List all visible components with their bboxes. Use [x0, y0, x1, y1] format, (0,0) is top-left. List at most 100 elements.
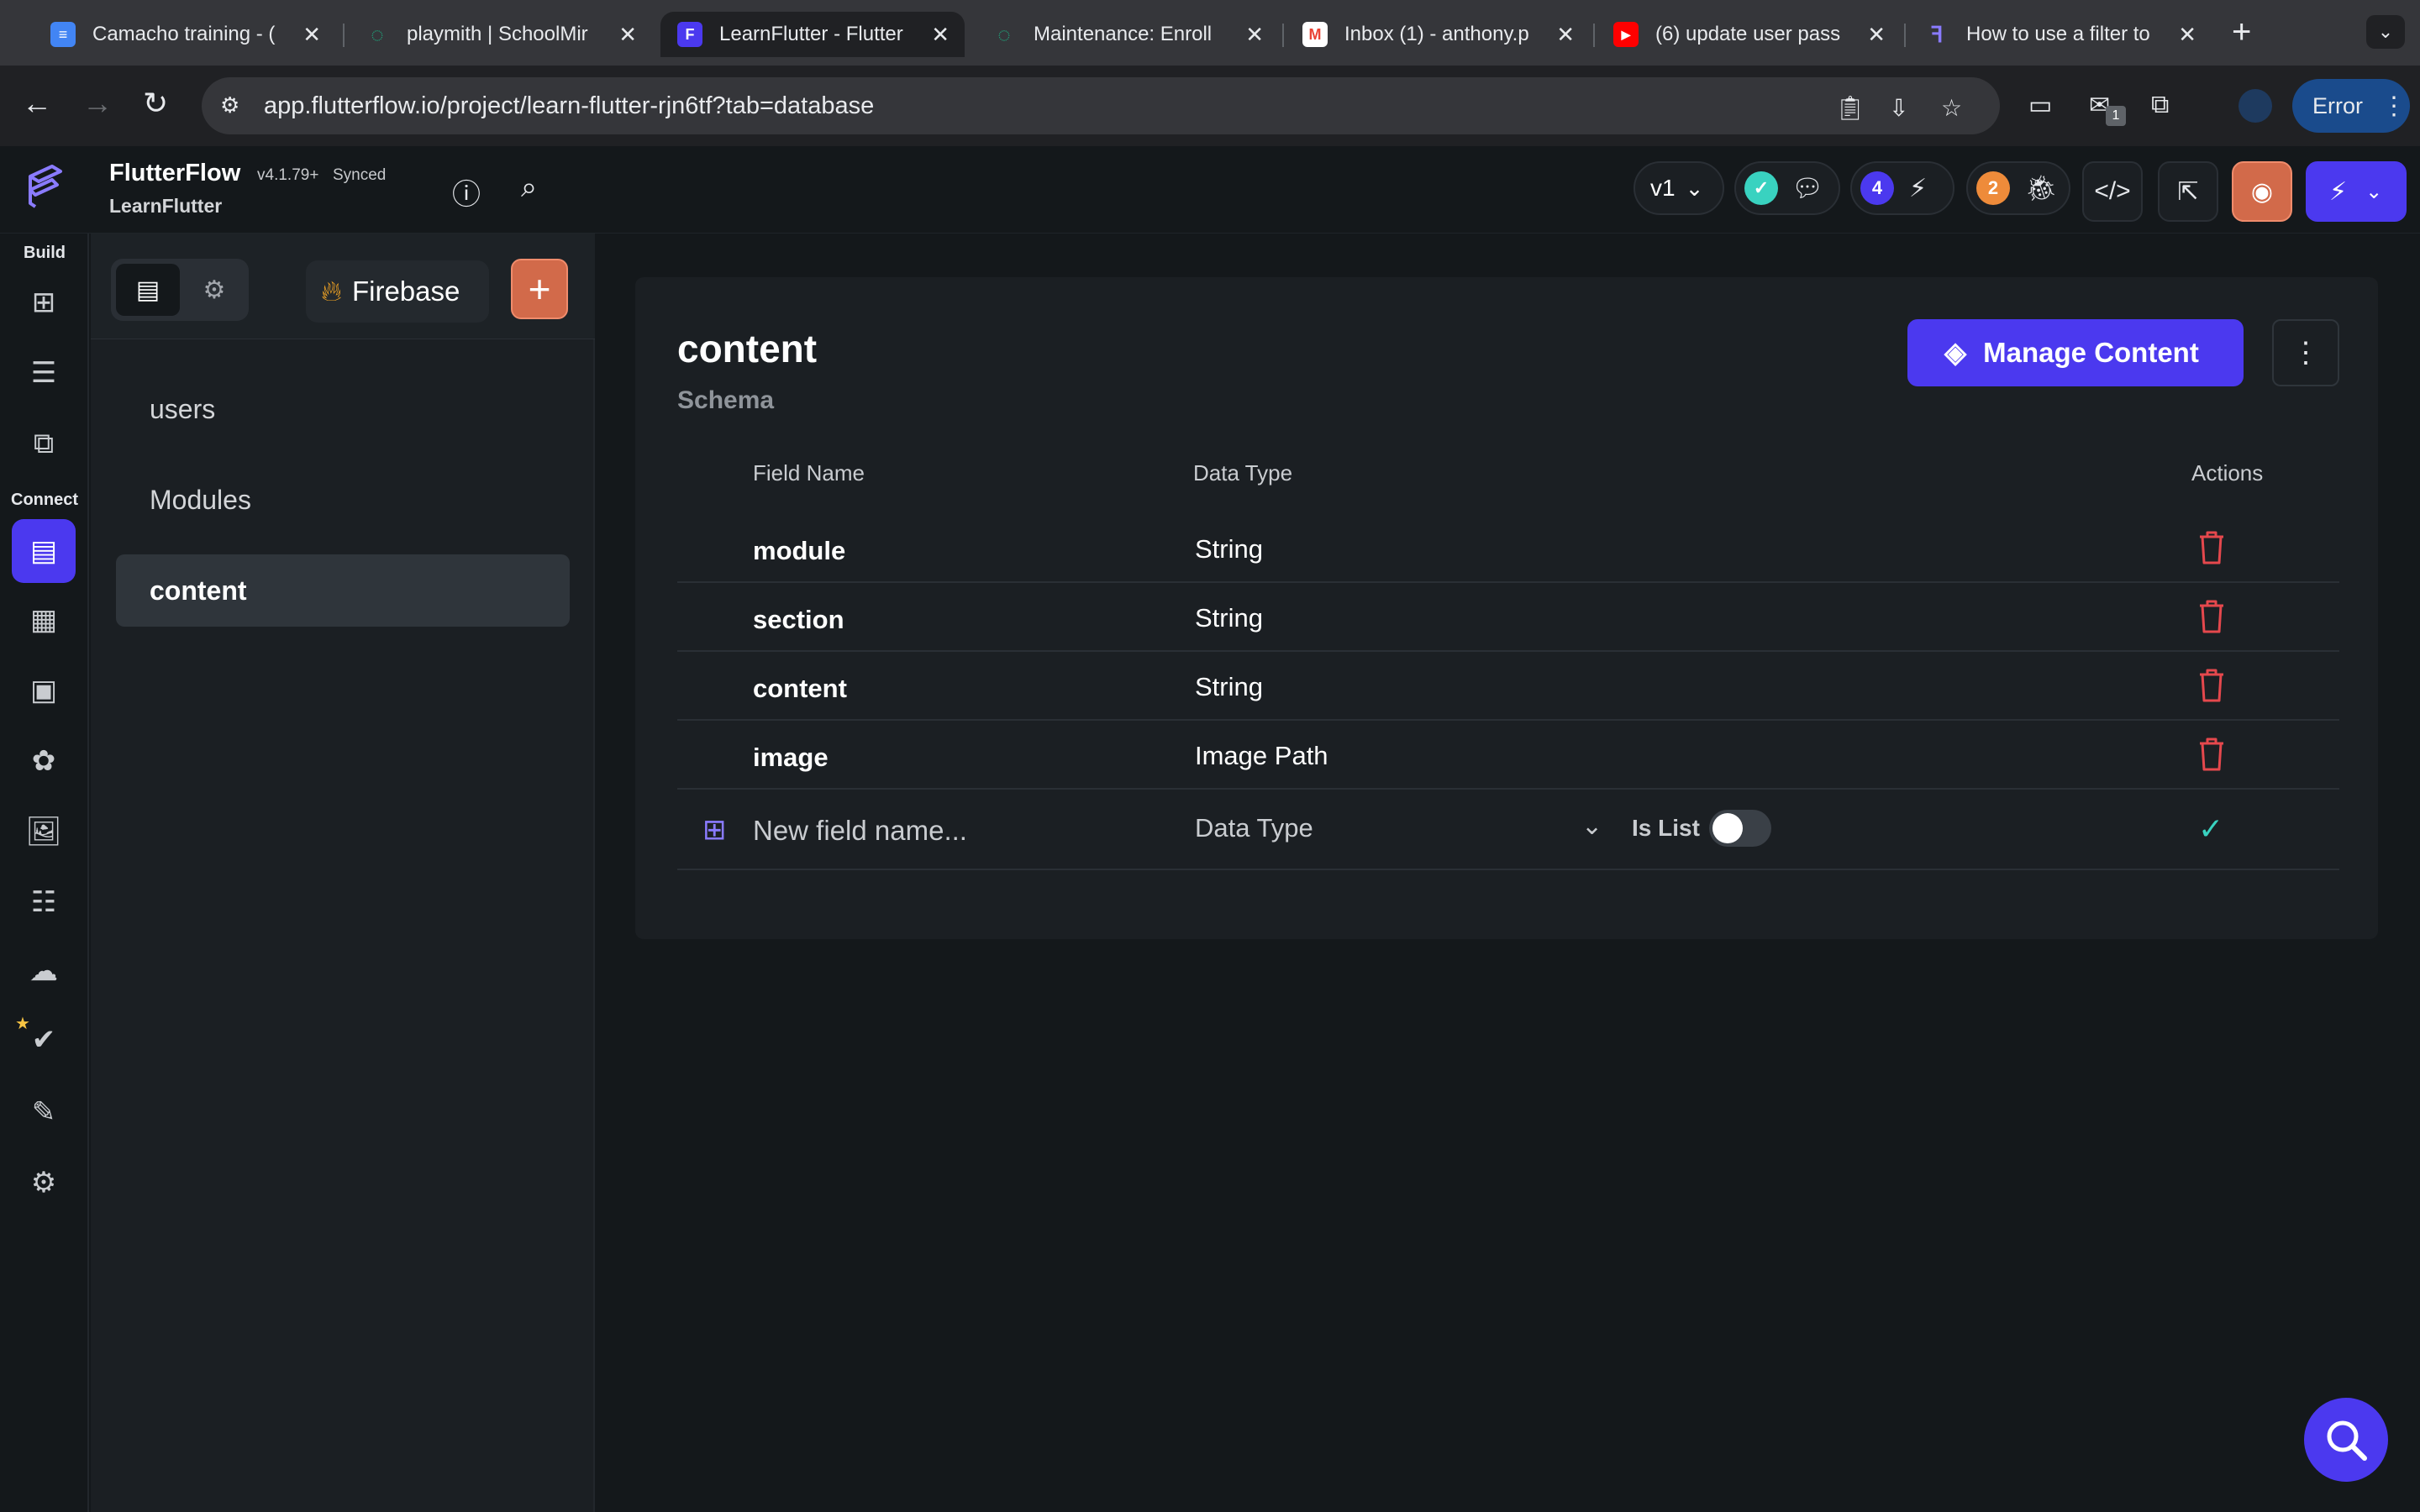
browser-tab[interactable]: ▶ (6) update user pass ✕: [1597, 12, 1901, 57]
sync-status: Synced: [333, 166, 387, 184]
new-field-name-input[interactable]: New field name...: [753, 815, 967, 847]
reload-icon[interactable]: ↻: [143, 86, 168, 121]
media-assets-icon[interactable]: 🖼︎: [24, 811, 64, 852]
add-field-icon: ⊞: [702, 814, 727, 846]
address-bar[interactable]: ⚙ app.flutterflow.io/project/learn-flutt…: [202, 77, 2000, 134]
theme-settings-icon[interactable]: ✎: [24, 1092, 64, 1132]
api-calls-icon[interactable]: ☷: [24, 882, 64, 922]
code-icon: </>: [2094, 177, 2131, 205]
back-icon[interactable]: ←: [22, 86, 52, 121]
lightning-icon: ⚡︎: [1909, 174, 1928, 202]
collection-item-users[interactable]: users: [116, 373, 570, 445]
manage-content-button[interactable]: ◈ Manage Content: [1907, 319, 2244, 386]
storyboard-icon[interactable]: ⧉: [24, 423, 64, 464]
field-type[interactable]: String: [1195, 672, 1263, 702]
trash-icon[interactable]: [2195, 667, 2228, 704]
close-icon[interactable]: ✕: [1556, 22, 1575, 48]
profile-error-button[interactable]: Error ⋮: [2292, 79, 2410, 133]
field-name[interactable]: section: [753, 605, 844, 635]
firebase-button[interactable]: 🔥︎ Firebase: [306, 260, 489, 323]
collection-label: Modules: [150, 484, 251, 515]
trash-icon[interactable]: [2195, 529, 2228, 566]
browser-tab[interactable]: ≡ Camacho training - ( ✕: [34, 12, 336, 57]
help-icon[interactable]: ⓘ: [452, 171, 481, 213]
cloud-functions-icon[interactable]: ☁: [24, 951, 64, 991]
chevron-down-icon[interactable]: ⌄: [2365, 180, 2382, 204]
confirm-check-icon[interactable]: ✓: [2198, 811, 2223, 847]
help-search-button[interactable]: [2304, 1398, 2388, 1482]
browser-tab-active[interactable]: F LearnFlutter - Flutter ✕: [660, 12, 965, 57]
gear-icon[interactable]: ⚙: [185, 264, 244, 316]
close-icon[interactable]: ✕: [302, 22, 321, 48]
table-row: image Image Path: [677, 721, 2339, 790]
provider-label: Firebase: [351, 276, 460, 307]
search-icon[interactable]: ⌕: [521, 171, 537, 204]
new-tab-button[interactable]: +: [2232, 13, 2251, 51]
browser-tab[interactable]: ◌ Maintenance: Enroll ✕: [975, 12, 1279, 57]
is-list-toggle[interactable]: [1709, 810, 1771, 847]
new-field-row: ⊞ New field name... Data Type ⌄ Is List …: [677, 788, 2339, 870]
close-icon[interactable]: ✕: [931, 22, 950, 48]
gear-icon[interactable]: ⚙: [24, 1163, 64, 1203]
issues-button[interactable]: 2 🐞︎: [1966, 161, 2070, 215]
kebab-menu-icon[interactable]: ⋮: [2381, 92, 2407, 121]
collection-title: content: [677, 327, 818, 370]
browser-tab[interactable]: ◌ playmith | SchoolMir ✕: [348, 12, 652, 57]
data-type-dropdown[interactable]: Data Type: [1195, 813, 1313, 843]
forward-icon[interactable]: →: [82, 86, 113, 121]
url-text[interactable]: app.flutterflow.io/project/learn-flutter…: [264, 92, 874, 120]
flutterflow-logo-icon[interactable]: [24, 165, 66, 210]
collection-item-modules[interactable]: Modules: [116, 464, 570, 536]
close-icon[interactable]: ✕: [2178, 22, 2196, 48]
chevron-down-icon[interactable]: ⌄: [1581, 811, 1602, 841]
action-flow-button[interactable]: 4 ⚡︎: [1850, 161, 1954, 215]
app-state-icon[interactable]: ▣: [24, 670, 64, 711]
schoolmint-icon: ◌: [371, 21, 384, 47]
close-icon[interactable]: ✕: [1245, 22, 1264, 48]
trash-icon[interactable]: [2195, 736, 2228, 773]
add-collection-button[interactable]: +: [511, 259, 568, 319]
tab-title: Inbox (1) - anthony.p: [1344, 23, 1529, 45]
close-icon[interactable]: ✕: [1867, 22, 1886, 48]
field-name[interactable]: content: [753, 674, 847, 704]
site-settings-icon[interactable]: ⚙: [220, 92, 249, 119]
view-code-button[interactable]: </>: [2082, 161, 2143, 222]
cast-icon[interactable]: ▭: [2028, 91, 2052, 120]
preview-button[interactable]: ◉: [2232, 161, 2292, 222]
project-name[interactable]: LearnFlutter: [109, 195, 222, 218]
field-type[interactable]: String: [1195, 603, 1263, 633]
trash-icon[interactable]: [2195, 598, 2228, 635]
field-name[interactable]: module: [753, 536, 845, 566]
run-button[interactable]: ⚡︎ ⌄: [2306, 161, 2407, 222]
more-options-button[interactable]: ⋮: [2272, 319, 2339, 386]
extensions-puzzle-icon[interactable]: ⧉: [2151, 91, 2169, 119]
firestore-database-icon[interactable]: ▤: [12, 519, 76, 583]
collaboration-button[interactable]: ✓ 💬︎: [1734, 161, 1840, 215]
collection-label: content: [150, 575, 247, 606]
browser-tab[interactable]: M Inbox (1) - anthony.p ✕: [1286, 12, 1590, 57]
widget-tree-icon[interactable]: ☰: [24, 353, 64, 393]
tab-search-button[interactable]: ⌄: [2366, 15, 2405, 49]
header-data-type: Data Type: [1193, 460, 1293, 486]
components-icon[interactable]: ✿: [24, 741, 64, 781]
collection-item-content[interactable]: content: [116, 554, 570, 627]
field-type[interactable]: String: [1195, 534, 1263, 564]
tab-title: How to use a filter to: [1966, 23, 2150, 45]
check-circle-icon: ✓: [1744, 171, 1778, 205]
field-type[interactable]: Image Path: [1195, 741, 1328, 771]
version-select[interactable]: v1 ⌄: [1634, 161, 1724, 215]
browser-tab[interactable]: ꟻ How to use a filter to ✕: [1907, 12, 2212, 57]
open-external-button[interactable]: ⇱: [2158, 161, 2218, 222]
profile-avatar[interactable]: [2238, 89, 2272, 123]
lightning-icon: ⚡︎: [2329, 177, 2348, 206]
database-view-icon[interactable]: ▤: [116, 264, 180, 316]
add-widget-icon[interactable]: ⊞: [24, 282, 64, 323]
tab-title: Camacho training - (: [92, 23, 276, 45]
close-icon[interactable]: ✕: [618, 22, 637, 48]
bookmark-star-icon[interactable]: ☆: [1941, 94, 1962, 122]
clipboard-icon[interactable]: 📋︎: [1835, 94, 1865, 122]
field-name[interactable]: image: [753, 743, 829, 773]
install-app-icon[interactable]: ⇩: [1889, 94, 1908, 122]
view-toggle: ▤ ⚙: [111, 259, 249, 321]
data-schema-icon[interactable]: ▦: [24, 600, 64, 640]
